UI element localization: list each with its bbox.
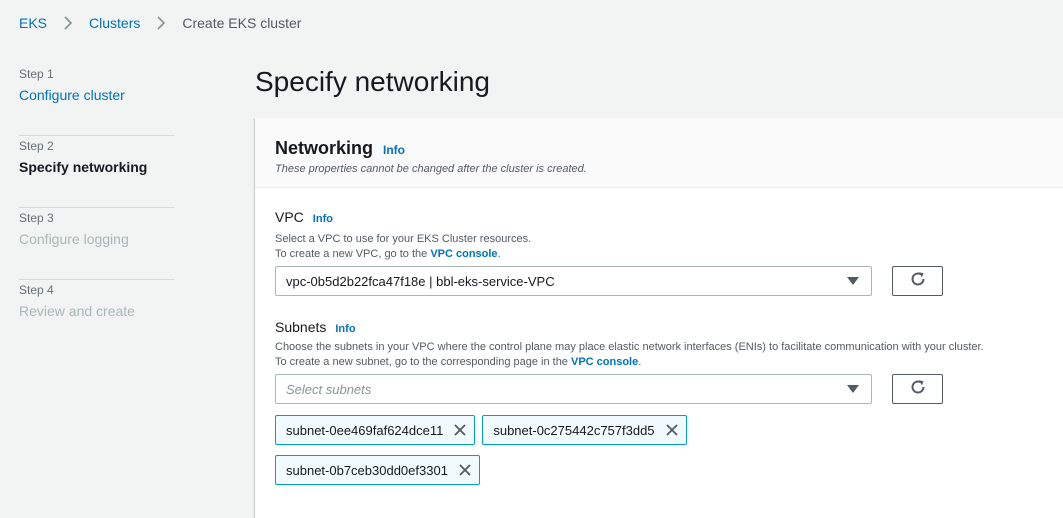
close-icon[interactable] xyxy=(665,423,679,437)
breadcrumb-eks[interactable]: EKS xyxy=(19,15,47,31)
subnet-token: subnet-0ee469faf624dce11 xyxy=(275,415,476,445)
step-label-review-and-create: Review and create xyxy=(19,303,135,319)
vpc-select[interactable]: vpc-0b5d2b22fca47f18e | bbl-eks-service-… xyxy=(275,266,872,296)
subnet-token-label: subnet-0c275442c757f3dd5 xyxy=(493,422,655,438)
subnets-description: Choose the subnets in your VPC where the… xyxy=(275,341,984,353)
vpc-refresh-button[interactable] xyxy=(892,266,943,296)
subnets-description-line2: To create a new subnet, go to the corres… xyxy=(275,356,571,368)
step-3: Step 3 Configure logging xyxy=(19,208,175,280)
subnet-token-label: subnet-0ee469faf624dce11 xyxy=(286,422,444,438)
refresh-icon xyxy=(909,270,927,293)
step-number: Step 4 xyxy=(19,283,54,297)
vpc-description: Select a VPC to use for your EKS Cluster… xyxy=(275,233,532,245)
step-label-configure-logging: Configure logging xyxy=(19,231,129,247)
vpc-label: VPC xyxy=(275,209,304,225)
step-number: Step 2 xyxy=(19,139,54,153)
subnets-label: Subnets xyxy=(275,319,327,335)
step-4: Step 4 Review and create xyxy=(19,280,175,352)
refresh-icon xyxy=(909,378,927,401)
step-number: Step 1 xyxy=(19,67,54,81)
subnets-field: Subnets Info Choose the subnets in your … xyxy=(275,318,1063,485)
step-link-configure-cluster[interactable]: Configure cluster xyxy=(19,86,175,104)
subnets-info-link[interactable]: Info xyxy=(335,320,355,338)
panel-description: These properties cannot be changed after… xyxy=(275,163,587,175)
vpc-description-line2: To create a new VPC, go to the xyxy=(275,248,431,260)
subnets-vpc-console-link[interactable]: VPC console xyxy=(571,356,638,368)
subnets-refresh-button[interactable] xyxy=(892,374,943,404)
vpc-console-link[interactable]: VPC console xyxy=(430,248,497,260)
subnets-select-placeholder: Select subnets xyxy=(286,381,372,397)
networking-panel: Networking Info These properties cannot … xyxy=(255,118,1063,518)
panel-title: Networking xyxy=(275,138,374,158)
step-1: Step 1 Configure cluster xyxy=(19,64,175,136)
chevron-right-icon xyxy=(154,16,168,30)
wizard-steps: Step 1 Configure cluster Step 2 Specify … xyxy=(19,64,175,352)
caret-down-icon xyxy=(847,385,859,393)
vpc-field: VPC Info Select a VPC to use for your EK… xyxy=(275,208,1063,296)
chevron-right-icon xyxy=(61,16,75,30)
subnets-description-suffix: . xyxy=(638,356,642,368)
panel-header: Networking Info These properties cannot … xyxy=(255,118,1063,188)
vpc-description-suffix: . xyxy=(497,248,501,260)
subnet-token-label: subnet-0b7ceb30dd0ef3301 xyxy=(286,462,448,478)
step-2: Step 2 Specify networking xyxy=(19,136,175,208)
subnet-token-list: subnet-0ee469faf624dce11 subnet-0c275442… xyxy=(275,415,1063,485)
caret-down-icon xyxy=(847,277,859,285)
page-title: Specify networking xyxy=(255,66,491,97)
subnet-token: subnet-0b7ceb30dd0ef3301 xyxy=(275,455,480,485)
subnet-token: subnet-0c275442c757f3dd5 xyxy=(482,415,687,445)
breadcrumb-create-cluster: Create EKS cluster xyxy=(182,15,302,31)
close-icon[interactable] xyxy=(453,423,467,437)
subnets-select[interactable]: Select subnets xyxy=(275,374,872,404)
step-label-specify-networking: Specify networking xyxy=(19,159,148,175)
vpc-info-link[interactable]: Info xyxy=(313,210,333,228)
vpc-select-value: vpc-0b5d2b22fca47f18e | bbl-eks-service-… xyxy=(286,273,555,289)
breadcrumb-clusters[interactable]: Clusters xyxy=(89,15,140,31)
step-number: Step 3 xyxy=(19,211,54,225)
breadcrumb: EKS Clusters Create EKS cluster xyxy=(19,14,301,32)
networking-info-link[interactable]: Info xyxy=(383,139,405,161)
close-icon[interactable] xyxy=(458,463,472,477)
